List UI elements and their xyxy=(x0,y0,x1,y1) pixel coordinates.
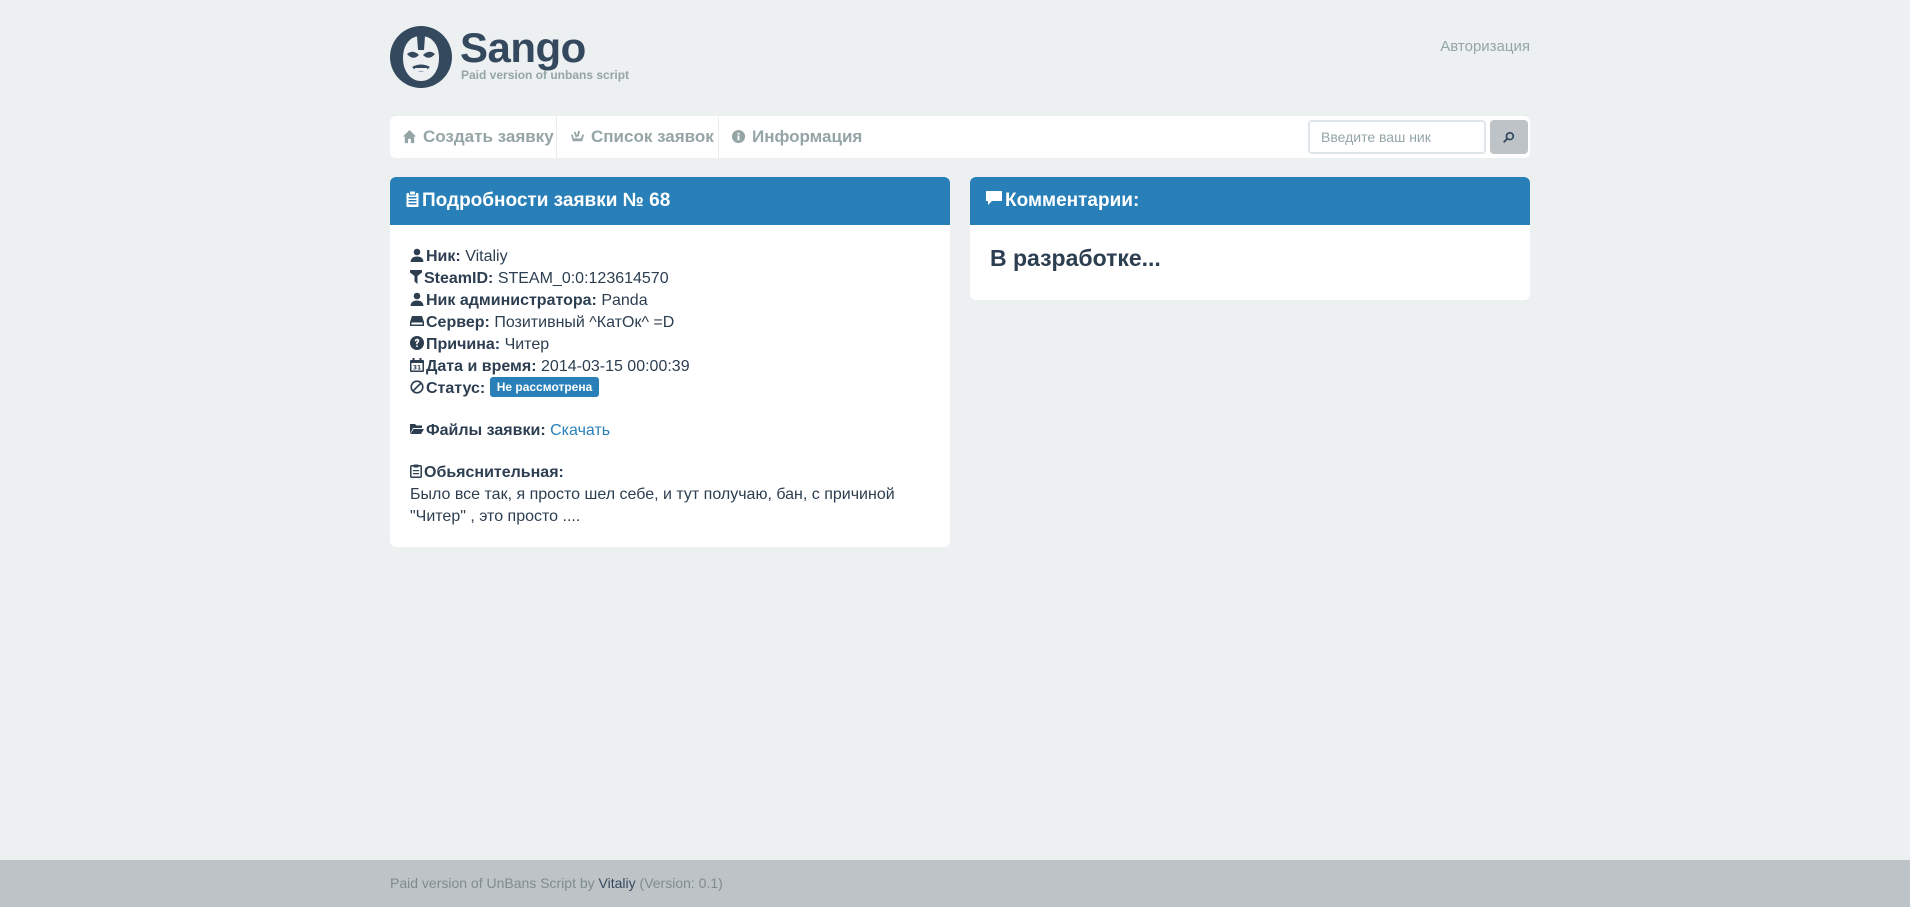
nav-information[interactable]: Информация xyxy=(731,116,862,158)
nav-divider xyxy=(718,116,719,158)
steamid-row: SteamID: STEAM_0:0:123614570 xyxy=(410,268,930,290)
luchador-mask-logo-icon[interactable] xyxy=(390,26,452,88)
svg-text:31: 31 xyxy=(413,364,421,371)
explanation-label: Обьяснительная: xyxy=(424,464,564,481)
footer-version: (Version: 0.1) xyxy=(635,875,723,891)
admin-value: Panda xyxy=(601,292,648,309)
question-icon xyxy=(410,335,424,350)
search-icon xyxy=(1503,131,1515,143)
comments-panel: Комментарии: В разработке... xyxy=(970,177,1530,300)
home-icon xyxy=(402,129,417,143)
nick-label: Ник: xyxy=(426,248,461,265)
footer-prefix: Paid version of UnBans Script by xyxy=(390,875,599,891)
server-row: Сервер: Позитивный ^КатОк^ =D xyxy=(410,312,930,334)
clipboard-outline-icon xyxy=(410,464,422,478)
admin-row: Ник администратора: Panda xyxy=(410,290,930,312)
login-link[interactable]: Авторизация xyxy=(1440,38,1530,55)
server-icon xyxy=(410,315,424,326)
user-icon xyxy=(410,248,424,262)
nick-row: Ник: Vitaliy xyxy=(410,246,930,268)
nav-information-label: Информация xyxy=(752,127,863,146)
request-details-body: Ник: Vitaliy SteamID: STEAM_0:0:12361457… xyxy=(390,225,950,528)
admin-user-icon xyxy=(410,292,424,306)
ban-circle-icon xyxy=(410,380,424,394)
nav-request-list[interactable]: Список заявок xyxy=(570,116,714,158)
calendar-icon: 31 xyxy=(410,357,424,372)
steamid-value: STEAM_0:0:123614570 xyxy=(497,270,669,287)
request-details-header: Подробности заявки № 68 xyxy=(390,177,950,225)
nav-request-list-label: Список заявок xyxy=(591,127,714,146)
comments-title: Комментарии: xyxy=(1005,190,1140,211)
brand-tagline: Paid version of unbans script xyxy=(461,68,630,82)
clipboard-icon xyxy=(406,190,419,207)
datetime-row: 31 Дата и время: 2014-03-15 00:00:39 xyxy=(410,356,930,378)
files-label: Файлы заявки: xyxy=(426,422,546,439)
status-badge: Не рассмотрена xyxy=(489,377,600,398)
page-footer: Paid version of UnBans Script by Vitaliy… xyxy=(0,860,1910,907)
explanation-row: Обьяснительная: xyxy=(410,462,930,484)
server-label: Сервер: xyxy=(426,314,490,331)
download-link[interactable]: Скачать xyxy=(550,422,610,439)
reason-row: Причина: Читер xyxy=(410,334,930,356)
main-navbar: Создать заявку Список заявок Информация xyxy=(390,116,1530,158)
info-icon xyxy=(731,129,746,143)
datetime-value: 2014-03-15 00:00:39 xyxy=(541,358,690,375)
brand-name[interactable]: Sango xyxy=(460,24,586,72)
page-header: Sango Paid version of unbans script Авто… xyxy=(390,0,1530,110)
admin-label: Ник администратора: xyxy=(426,292,597,309)
request-details-title: Подробности заявки № 68 xyxy=(422,190,671,211)
nav-create-request-label: Создать заявку xyxy=(423,127,554,146)
request-details-panel: Подробности заявки № 68 Ник: Vitaliy Ste… xyxy=(390,177,950,547)
nav-divider xyxy=(556,116,557,158)
datetime-label: Дата и время: xyxy=(426,358,537,375)
footer-author: Vitaliy xyxy=(598,875,636,891)
files-row: Файлы заявки: Скачать xyxy=(410,420,930,442)
reason-value: Читер xyxy=(504,336,550,353)
server-value: Позитивный ^КатОк^ =D xyxy=(494,314,675,331)
status-label: Статус: xyxy=(426,380,486,397)
footer-text: Paid version of UnBans Script by Vitaliy… xyxy=(390,860,723,907)
folder-open-icon xyxy=(410,423,424,434)
steamid-label: SteamID: xyxy=(424,270,494,287)
search-button[interactable] xyxy=(1490,120,1528,154)
explanation-text: Было все так, я просто шел себе, и тут п… xyxy=(410,486,895,525)
comments-header: Комментарии: xyxy=(970,177,1530,225)
nick-search-input[interactable] xyxy=(1308,120,1486,154)
comments-placeholder: В разработке... xyxy=(990,245,1161,271)
nav-create-request[interactable]: Создать заявку xyxy=(402,116,554,158)
nick-value: Vitaliy xyxy=(465,248,508,265)
comment-icon xyxy=(986,191,1002,206)
steam-icon xyxy=(410,269,422,284)
list-icon xyxy=(570,130,585,141)
reason-label: Причина: xyxy=(426,336,501,353)
status-row: Статус: Не рассмотрена xyxy=(410,377,930,400)
